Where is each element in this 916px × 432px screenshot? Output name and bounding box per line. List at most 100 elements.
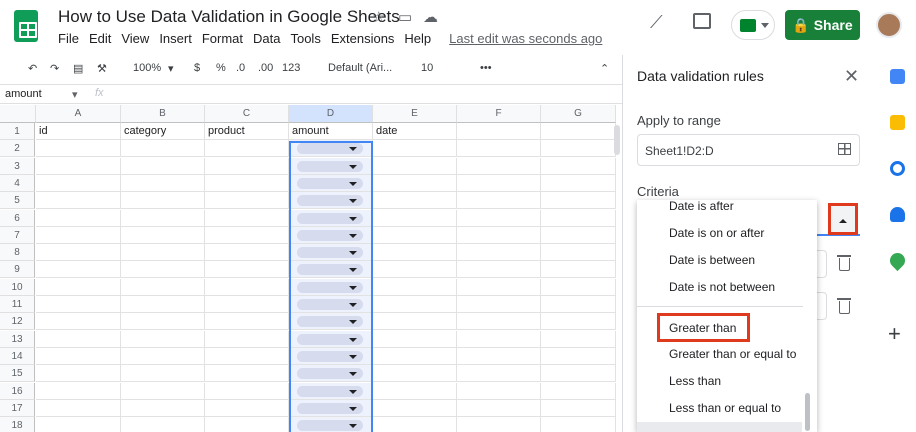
chevron-down-icon[interactable]: ▾ [72,88,78,101]
currency-button[interactable]: $ [194,62,200,74]
grid-cell[interactable]: id [36,123,121,140]
grid-cell[interactable] [121,330,205,348]
grid-cell[interactable] [541,226,616,244]
grid-cell[interactable] [205,296,289,313]
grid-cell[interactable] [121,244,205,262]
grid-cell[interactable] [541,330,616,348]
grid-cell[interactable] [121,296,205,313]
grid-cell[interactable] [457,226,541,244]
dropdown-chip[interactable] [297,160,363,172]
grid-cell[interactable] [373,399,457,417]
decrease-decimal-button[interactable]: .0 [236,62,245,74]
column-header[interactable]: F [457,105,541,123]
grid-cell[interactable] [541,347,616,365]
grid-cell[interactable] [541,192,616,210]
trend-icon[interactable]: ⟋ [650,12,663,33]
grid-cell[interactable] [205,313,289,331]
grid-cell[interactable] [541,244,616,262]
grid-cell[interactable] [373,382,457,400]
grid-cell[interactable] [289,399,373,417]
avatar[interactable] [876,12,902,38]
grid-cell[interactable] [457,365,541,383]
grid-cell[interactable] [457,192,541,210]
grid-cell[interactable] [289,296,373,313]
column-header[interactable]: A [36,105,121,123]
dropdown-chip[interactable] [297,368,363,380]
grid-cell[interactable] [205,347,289,365]
grid-cell[interactable] [289,244,373,262]
menu-file[interactable]: File [58,31,79,46]
grid-cell[interactable] [36,209,121,227]
dropdown-chip[interactable] [297,195,363,207]
grid-cell[interactable] [541,209,616,227]
range-input[interactable]: Sheet1!D2:D [637,134,860,166]
grid-cell[interactable] [541,278,616,296]
option-date-is-not-between[interactable]: Date is not between [669,280,775,294]
grid-cell[interactable] [373,278,457,296]
row-header[interactable]: 9 [0,261,35,279]
grid-cell[interactable] [457,123,541,140]
row-header[interactable]: 17 [0,399,35,417]
row-header[interactable]: 12 [0,313,35,331]
grid-cell[interactable] [205,192,289,210]
dropdown-chip[interactable] [297,420,363,432]
grid-cell[interactable] [205,174,289,192]
dropdown-chip[interactable] [297,402,363,414]
grid-cell[interactable] [541,382,616,400]
row-header[interactable]: 1 [0,123,35,140]
column-header[interactable]: D [289,105,373,123]
option-less-than[interactable]: Less than [669,374,721,388]
grid-cell[interactable] [121,313,205,331]
grid-cell[interactable] [289,192,373,210]
value-input-edge[interactable] [817,250,827,278]
option-greater-than-or-equal[interactable]: Greater than or equal to [669,347,796,361]
grid-cell[interactable] [373,261,457,279]
more-options-button[interactable]: ••• [480,62,492,74]
grid-cell[interactable] [289,347,373,365]
select-all-corner[interactable] [0,105,36,123]
name-box[interactable]: amount [5,88,42,100]
grid-cell[interactable] [121,261,205,279]
menu-help[interactable]: Help [404,31,431,46]
grid-cell[interactable] [457,261,541,279]
spreadsheet-grid[interactable]: A B C D E F G 1 id category product amount da… [0,105,622,432]
grid-cell[interactable] [36,157,121,175]
grid-cell[interactable] [121,417,205,432]
grid-cell[interactable] [205,157,289,175]
meet-button[interactable] [731,10,775,40]
grid-cell[interactable] [289,157,373,175]
grid-cell[interactable] [289,209,373,227]
criteria-dropdown-arrow-button[interactable] [828,203,858,235]
option-date-is-after[interactable]: Date is after [669,200,734,213]
grid-cell[interactable] [541,261,616,279]
row-header[interactable]: 5 [0,192,35,210]
dropdown-chip[interactable] [297,385,363,397]
grid-cell[interactable] [289,417,373,432]
menu-tools[interactable]: Tools [290,31,320,46]
grid-cell[interactable] [457,209,541,227]
menu-insert[interactable]: Insert [159,31,192,46]
print-icon[interactable]: ▤ [73,62,83,75]
grid-cell[interactable] [289,365,373,383]
row-header[interactable]: 11 [0,296,35,313]
document-title[interactable]: How to Use Data Validation in Google She… [58,7,400,27]
column-header[interactable]: E [373,105,457,123]
grid-cell[interactable] [121,365,205,383]
grid-cell[interactable] [457,399,541,417]
partial-option-row[interactable] [637,422,802,432]
grid-cell[interactable] [121,278,205,296]
grid-cell[interactable] [373,313,457,331]
redo-icon[interactable]: ↷ [50,62,59,75]
grid-cell[interactable] [373,417,457,432]
grid-cell[interactable] [457,330,541,348]
dropdown-chip[interactable] [297,333,363,345]
select-range-icon[interactable] [838,143,851,155]
dropdown-chip[interactable] [297,229,363,241]
grid-cell[interactable] [457,244,541,262]
dropdown-chip[interactable] [297,143,363,155]
grid-cell[interactable] [541,140,616,158]
contacts-icon[interactable] [890,207,905,222]
grid-cell[interactable] [36,226,121,244]
grid-cell[interactable] [373,296,457,313]
share-button[interactable]: 🔒 Share [785,10,860,40]
